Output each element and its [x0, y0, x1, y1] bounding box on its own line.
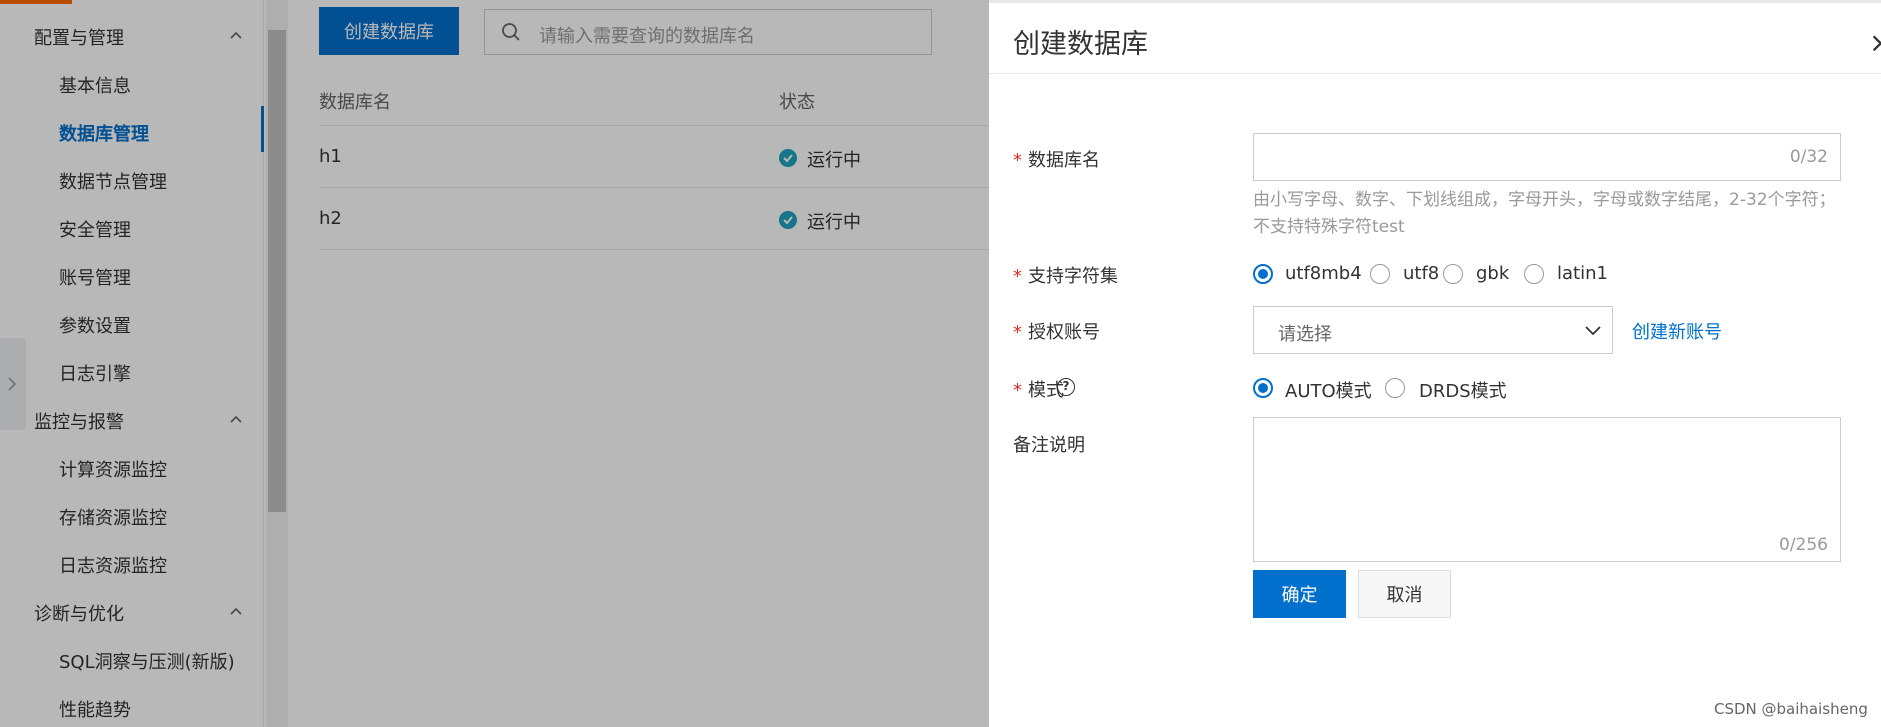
charset-label: * 支持字符集: [1013, 262, 1118, 288]
drawer-header-divider: [989, 73, 1881, 74]
db-name-input[interactable]: 0/32: [1253, 133, 1841, 181]
charset-option-utf8mb4[interactable]: utf8mb4: [1285, 263, 1362, 284]
create-database-drawer: 创建数据库 × * 数据库名 0/32 由小写字母、数字、下划线组成，字母开头，字…: [989, 0, 1881, 727]
charset-radio-utf8[interactable]: [1370, 264, 1390, 284]
close-icon[interactable]: ×: [1869, 26, 1881, 59]
chevron-down-icon: [1585, 326, 1601, 336]
required-mark: *: [1013, 150, 1022, 171]
mode-radio-drds[interactable]: [1385, 378, 1405, 398]
watermark: CSDN @baihaisheng: [1714, 700, 1868, 718]
db-name-label: * 数据库名: [1013, 146, 1100, 172]
mode-option-auto[interactable]: AUTO模式: [1285, 377, 1372, 403]
mode-radio-auto[interactable]: [1253, 378, 1273, 398]
required-mark: *: [1013, 322, 1022, 343]
account-select[interactable]: 请选择: [1253, 306, 1613, 354]
cancel-button[interactable]: 取消: [1358, 570, 1451, 618]
charset-radio-latin1[interactable]: [1524, 264, 1544, 284]
charset-option-latin1[interactable]: latin1: [1557, 263, 1608, 284]
mode-option-drds[interactable]: DRDS模式: [1419, 377, 1507, 403]
required-mark: *: [1013, 380, 1022, 401]
create-account-link[interactable]: 创建新账号: [1632, 318, 1722, 344]
confirm-button[interactable]: 确定: [1253, 570, 1346, 618]
account-label-text: 授权账号: [1028, 322, 1100, 343]
drawer-title: 创建数据库: [1013, 29, 1148, 60]
remark-label: 备注说明: [1013, 435, 1085, 456]
charset-label-text: 支持字符集: [1028, 266, 1118, 287]
remark-textarea[interactable]: 0/256: [1253, 417, 1841, 562]
charset-option-gbk[interactable]: gbk: [1476, 263, 1509, 284]
account-select-placeholder: 请选择: [1278, 324, 1332, 345]
db-name-hint: 由小写字母、数字、下划线组成，字母开头，字母或数字结尾，2-32个字符；不支持特…: [1253, 190, 1836, 237]
help-icon[interactable]: ?: [1057, 378, 1075, 396]
charset-radio-utf8mb4[interactable]: [1253, 264, 1273, 284]
required-mark: *: [1013, 266, 1022, 287]
remark-counter: 0/256: [1779, 535, 1828, 555]
modal-overlay[interactable]: [0, 0, 989, 727]
db-name-label-text: 数据库名: [1028, 150, 1100, 171]
charset-option-utf8[interactable]: utf8: [1403, 263, 1439, 284]
db-name-counter: 0/32: [1789, 147, 1828, 167]
drawer-top-border: [989, 0, 1881, 3]
account-label: * 授权账号: [1013, 318, 1100, 344]
charset-radio-gbk[interactable]: [1443, 264, 1463, 284]
